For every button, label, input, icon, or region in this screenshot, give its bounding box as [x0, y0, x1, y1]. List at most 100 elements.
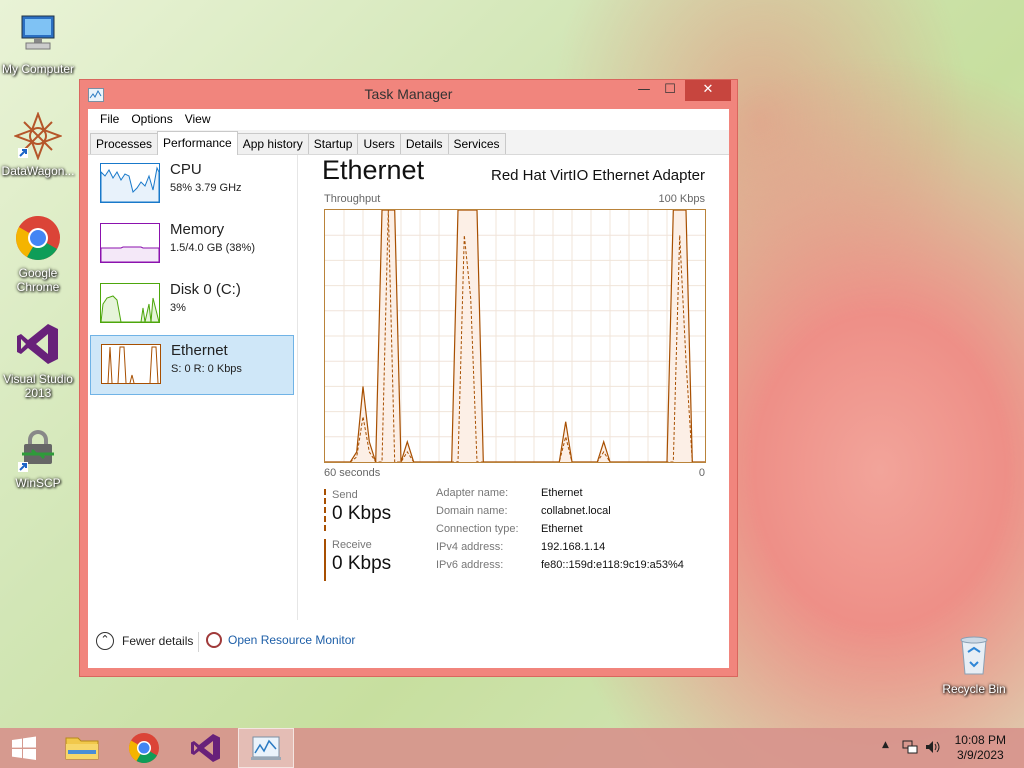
menu-view[interactable]: View — [179, 109, 217, 130]
sidebar-item-value: 58% 3.79 GHz — [170, 182, 242, 194]
receive-stat: Receive 0 Kbps — [324, 539, 392, 581]
desktop-icon-label: DataWagon... — [1, 164, 75, 178]
menu-bar: File Options View — [88, 109, 729, 130]
property-key: Adapter name: — [436, 487, 509, 499]
resource-sidebar: CPU 58% 3.79 GHz Memory 1.5/4.0 GB (38%)… — [88, 155, 298, 620]
clock-date: 3/9/2023 — [956, 748, 1004, 762]
task-manager-icon — [251, 736, 281, 760]
minimize-button[interactable]: — — [631, 80, 657, 101]
property-key: Connection type: — [436, 523, 519, 535]
zero-label: 0 — [698, 467, 705, 479]
taskbar-task-manager[interactable] — [238, 728, 294, 768]
throughput-chart — [325, 209, 705, 463]
fewer-details-button[interactable]: ⌃ Fewer details — [96, 632, 193, 650]
property-key: IPv6 address: — [436, 559, 504, 571]
property-value: 192.168.1.14 — [541, 541, 606, 553]
tab-processes[interactable]: Processes — [90, 133, 159, 154]
chevron-up-icon: ⌃ — [96, 632, 114, 650]
send-stat: Send 0 Kbps — [324, 489, 392, 531]
visual-studio-icon — [14, 320, 62, 368]
adapter-properties: Adapter name: Ethernet Domain name: collab… — [436, 487, 684, 577]
receive-indicator — [324, 539, 326, 581]
sidebar-item-value: 3% — [170, 302, 186, 314]
property-value: Ethernet — [541, 523, 583, 535]
property-value: collabnet.local — [541, 505, 611, 517]
property-row: IPv6 address: fe80::159d:e118:9c19:a53%4 — [436, 559, 684, 577]
clock-time: 10:08 PM — [954, 733, 1006, 747]
desktop-icon-my-computer[interactable]: My Computer — [0, 10, 76, 76]
desktop-icon-winscp[interactable]: WinSCP — [0, 424, 76, 490]
tab-services[interactable]: Services — [447, 133, 506, 154]
show-hidden-icons-icon[interactable]: ▲ — [882, 740, 889, 750]
title-bar[interactable]: Task Manager — ☐ ✕ — [80, 80, 737, 108]
tab-strip: Processes Performance App history Startu… — [88, 130, 729, 155]
footer-divider — [198, 632, 199, 652]
close-button[interactable]: ✕ — [685, 80, 731, 101]
sidebar-item-ethernet[interactable]: Ethernet S: 0 R: 0 Kbps — [90, 335, 294, 395]
performance-panel: CPU 58% 3.79 GHz Memory 1.5/4.0 GB (38%)… — [88, 155, 729, 620]
receive-value: 0 Kbps — [332, 553, 392, 574]
throughput-graph — [324, 209, 706, 463]
property-row: Adapter name: Ethernet — [436, 487, 684, 505]
system-tray: ▲ 10:08 PM 3/9/2023 — [864, 728, 1024, 768]
receive-label: Receive — [332, 539, 372, 551]
time-span-label: 60 seconds — [324, 467, 381, 479]
desktop-icon-label: Google Chrome — [16, 266, 60, 294]
visual-studio-icon — [191, 734, 220, 762]
tab-startup[interactable]: Startup — [307, 133, 359, 154]
ethernet-detail: Ethernet Red Hat VirtIO Ethernet Adapter… — [322, 155, 707, 620]
tab-performance[interactable]: Performance — [157, 131, 238, 155]
sidebar-item-value: 1.5/4.0 GB (38%) — [170, 242, 255, 254]
sidebar-item-cpu[interactable]: CPU 58% 3.79 GHz — [90, 155, 294, 215]
property-row: Connection type: Ethernet — [436, 523, 684, 541]
desktop-icon-visual-studio[interactable]: Visual Studio 2013 — [0, 320, 76, 400]
taskbar-clock[interactable]: 10:08 PM 3/9/2023 — [955, 733, 1006, 763]
tab-app-history[interactable]: App history — [236, 133, 309, 154]
desktop-icon-label: Recycle Bin — [942, 682, 1006, 696]
memory-mini-graph — [100, 223, 160, 263]
cpu-mini-graph — [100, 163, 160, 203]
task-manager-window: Task Manager — ☐ ✕ File Options View Pro… — [79, 79, 738, 677]
desktop-icon-label: WinSCP — [15, 476, 61, 490]
menu-options[interactable]: Options — [125, 109, 178, 130]
fewer-details-label: Fewer details — [122, 634, 194, 648]
property-key: Domain name: — [436, 505, 508, 517]
sidebar-item-memory[interactable]: Memory 1.5/4.0 GB (38%) — [90, 215, 294, 275]
sidebar-item-disk[interactable]: Disk 0 (C:) 3% — [90, 275, 294, 335]
tab-details[interactable]: Details — [399, 133, 449, 154]
adapter-description: Red Hat VirtIO Ethernet Adapter — [490, 167, 705, 184]
taskbar-chrome[interactable] — [116, 728, 172, 768]
sidebar-item-label: Disk 0 (C:) — [170, 281, 241, 298]
tab-users[interactable]: Users — [357, 133, 401, 154]
resource-monitor-icon — [206, 632, 222, 648]
folder-icon — [65, 737, 99, 760]
property-row: Domain name: collabnet.local — [436, 505, 684, 523]
volume-icon[interactable] — [924, 739, 942, 759]
sidebar-item-label: Memory — [170, 221, 225, 238]
open-resource-monitor-link[interactable]: Open Resource Monitor — [206, 632, 355, 648]
taskbar-file-explorer[interactable] — [54, 728, 110, 768]
desktop-icon-google-chrome[interactable]: Google Chrome — [0, 214, 76, 294]
detail-heading: Ethernet — [322, 155, 425, 185]
windows-logo-icon — [12, 736, 36, 760]
ethernet-mini-graph — [101, 344, 161, 384]
datawagon-icon — [13, 111, 63, 161]
property-value: fe80::159d:e118:9c19:a53%4 — [541, 559, 684, 571]
network-icon[interactable] — [902, 739, 918, 759]
desktop-icon-recycle-bin[interactable]: Recycle Bin — [936, 630, 1012, 696]
winscp-icon — [14, 424, 62, 472]
send-label: Send — [332, 489, 358, 501]
computer-icon — [14, 10, 62, 58]
maximize-button[interactable]: ☐ — [657, 80, 683, 101]
property-key: IPv4 address: — [436, 541, 504, 553]
send-value: 0 Kbps — [332, 503, 392, 524]
sidebar-item-label: CPU — [170, 161, 202, 178]
taskbar: ▲ 10:08 PM 3/9/2023 — [0, 728, 1024, 768]
taskbar-visual-studio[interactable] — [178, 728, 234, 768]
sidebar-item-label: Ethernet — [171, 342, 228, 359]
menu-file[interactable]: File — [94, 109, 125, 130]
disk-mini-graph — [100, 283, 160, 323]
desktop-icon-datawagon[interactable]: DataWagon... — [0, 111, 76, 178]
chrome-icon — [128, 733, 159, 764]
start-button[interactable] — [0, 728, 56, 768]
